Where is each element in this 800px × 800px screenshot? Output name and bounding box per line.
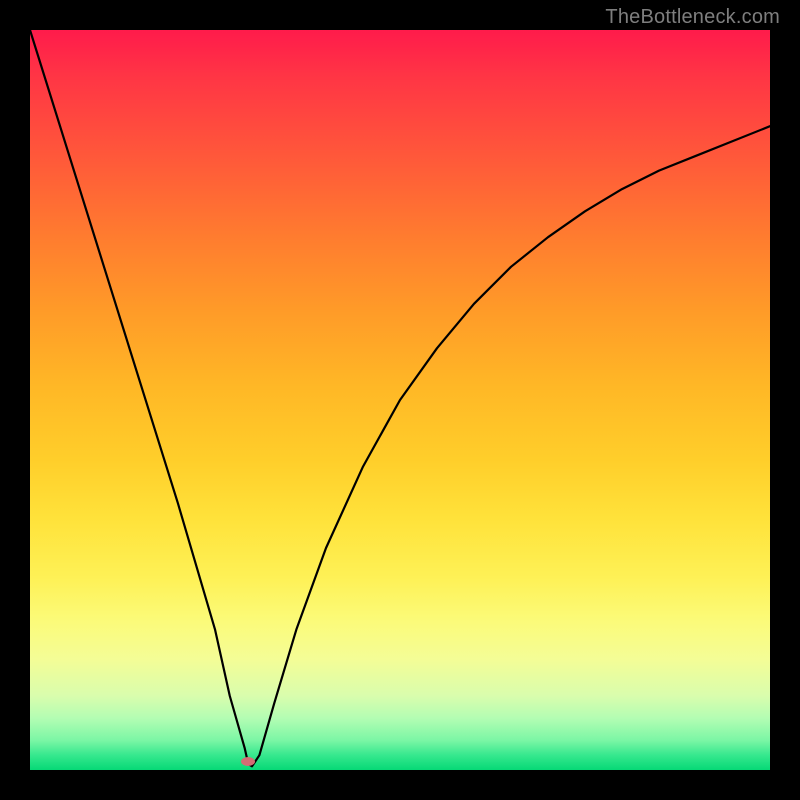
plot-area (30, 30, 770, 770)
watermark-text: TheBottleneck.com (605, 6, 780, 29)
optimum-marker (241, 757, 255, 766)
bottleneck-curve (30, 30, 770, 766)
curve-layer (30, 30, 770, 770)
chart-frame: TheBottleneck.com (0, 0, 800, 800)
